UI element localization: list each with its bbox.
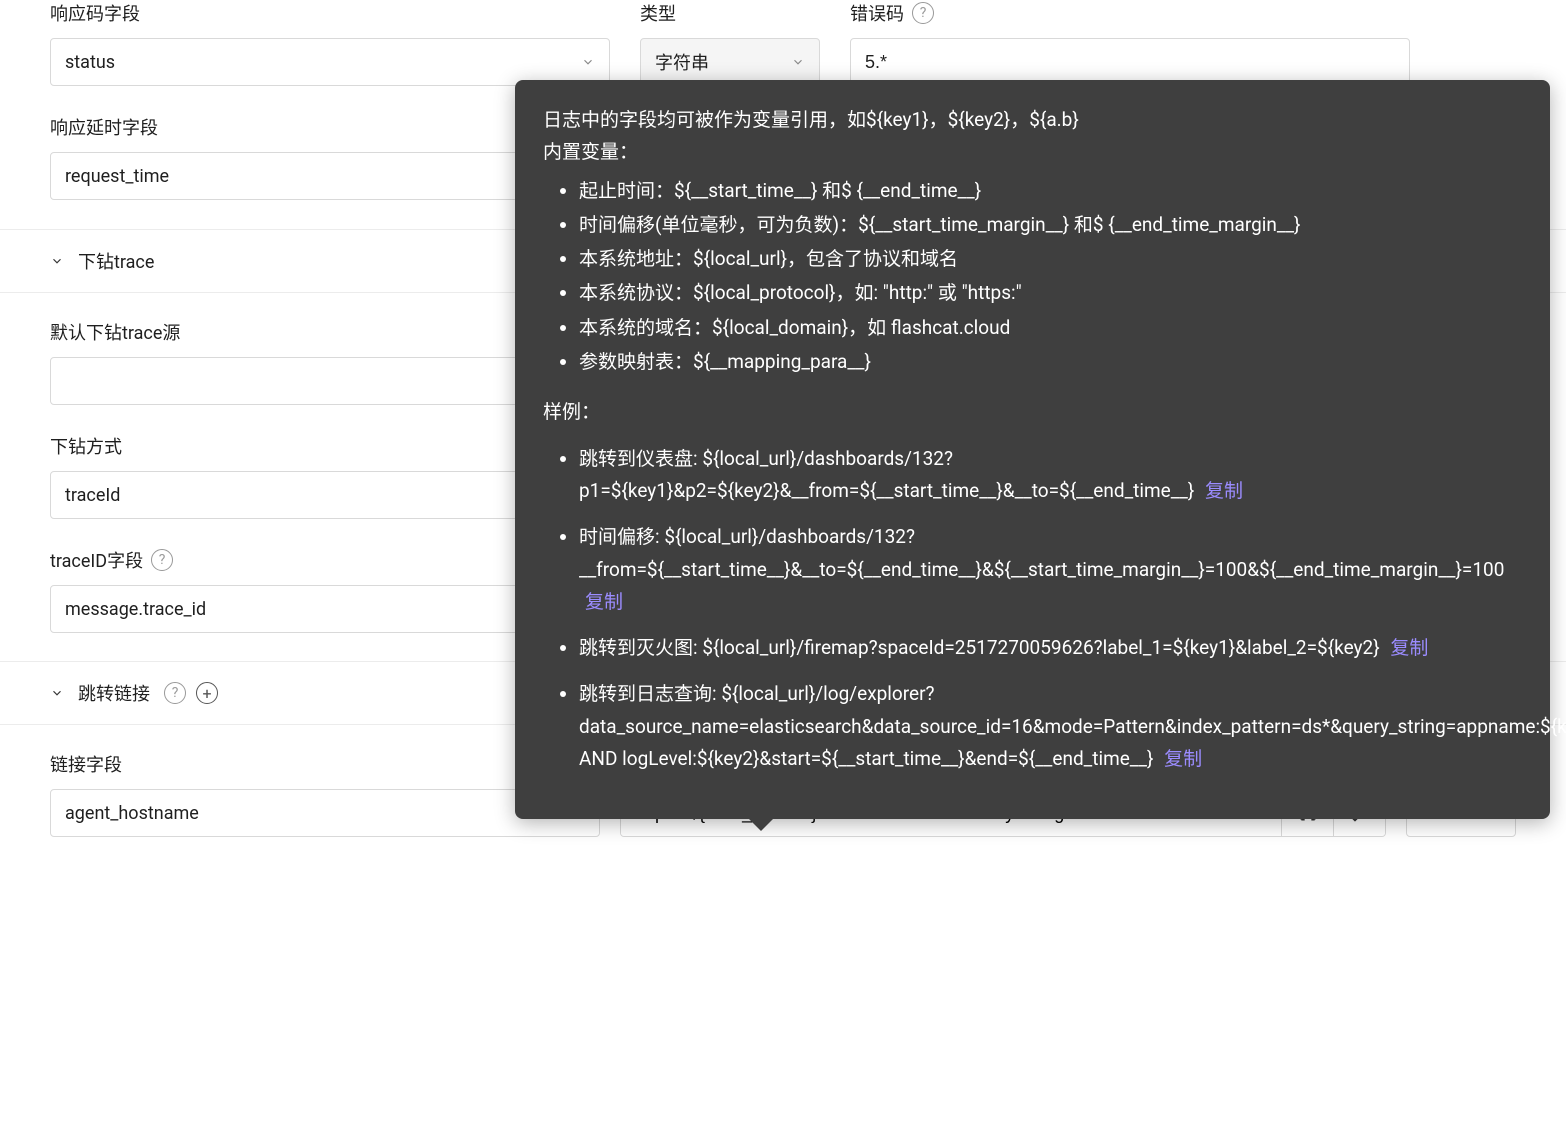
copy-link[interactable]: 复制 — [1164, 747, 1202, 770]
resp-code-value: status — [65, 52, 115, 73]
tooltip-intro1: 日志中的字段均可被作为变量引用，如${key1}，${key2}，${a.b} — [543, 104, 1522, 136]
drill-method-value: traceId — [65, 485, 120, 506]
help-icon[interactable]: ? — [912, 2, 934, 24]
err-code-label: 错误码 ? — [850, 0, 1410, 26]
tooltip-sample-item: 跳转到仪表盘: ${local_url}/dashboards/132?p1=$… — [579, 443, 1522, 508]
traceid-value: message.trace_id — [65, 599, 206, 620]
copy-link[interactable]: 复制 — [1390, 636, 1428, 659]
help-icon[interactable]: ? — [151, 549, 173, 571]
err-code-input[interactable] — [850, 38, 1410, 86]
tooltip-var-item: 参数映射表：${__mapping_para__} — [579, 346, 1522, 378]
tooltip-sample-item: 跳转到日志查询: ${local_url}/log/explorer?data_… — [579, 678, 1522, 775]
tooltip-var-item: 起止时间：${__start_time__} 和$ {__end_time__} — [579, 175, 1522, 207]
type-label: 类型 — [640, 0, 820, 26]
section-title: 下钻trace — [78, 248, 154, 274]
resp-code-field-label: 响应码字段 — [50, 0, 610, 26]
copy-link[interactable]: 复制 — [585, 590, 623, 613]
type-select[interactable]: 字符串 — [640, 38, 820, 86]
tooltip-samples-list: 跳转到仪表盘: ${local_url}/dashboards/132?p1=$… — [543, 443, 1522, 776]
tooltip-var-list: 起止时间：${__start_time__} 和$ {__end_time__}… — [543, 175, 1522, 379]
tooltip-var-item: 时间偏移(单位毫秒，可为负数)：${__start_time_margin__}… — [579, 209, 1522, 241]
tooltip-sample-item: 时间偏移: ${local_url}/dashboards/132?__from… — [579, 521, 1522, 618]
tooltip-sample-item: 跳转到灭火图: ${local_url}/firemap?spaceId=251… — [579, 632, 1522, 664]
tooltip-variables: 日志中的字段均可被作为变量引用，如${key1}，${key2}，${a.b} … — [515, 80, 1550, 819]
chevron-down-icon — [581, 55, 595, 69]
help-icon[interactable]: ? — [164, 682, 186, 704]
link-field-value: agent_hostname — [65, 803, 199, 824]
section-title: 跳转链接 — [78, 680, 150, 706]
tooltip-var-item: 本系统的域名：${local_domain}，如 flashcat.cloud — [579, 312, 1522, 344]
tooltip-var-item: 本系统协议：${local_protocol}，如: "http:" 或 "ht… — [579, 277, 1522, 309]
tooltip-samples-label: 样例： — [543, 396, 1522, 428]
chevron-down-icon — [50, 686, 64, 700]
tooltip-var-item: 本系统地址：${local_url}，包含了协议和域名 — [579, 243, 1522, 275]
resp-code-select[interactable]: status — [50, 38, 610, 86]
latency-value: request_time — [65, 166, 169, 187]
chevron-down-icon — [791, 55, 805, 69]
add-icon[interactable]: + — [196, 682, 218, 704]
type-value: 字符串 — [655, 49, 709, 75]
copy-link[interactable]: 复制 — [1205, 479, 1243, 502]
tooltip-intro2: 内置变量： — [543, 136, 1522, 168]
chevron-down-icon — [50, 254, 64, 268]
